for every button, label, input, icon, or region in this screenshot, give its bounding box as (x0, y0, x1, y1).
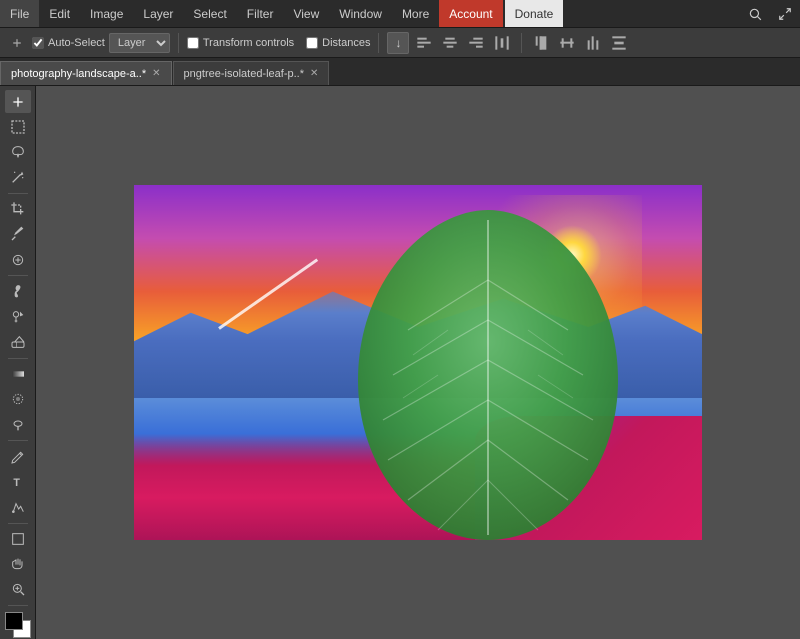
foreground-color-swatch[interactable] (5, 612, 23, 630)
tool-rect-select[interactable] (5, 115, 31, 138)
tool-separator-2 (8, 275, 28, 276)
transform-controls-label: Transform controls (203, 37, 294, 49)
tool-hand[interactable] (5, 553, 31, 576)
distribute-v-icon[interactable] (608, 32, 630, 54)
menu-edit[interactable]: Edit (39, 0, 80, 27)
menu-more[interactable]: More (392, 0, 439, 27)
tool-clone[interactable] (5, 305, 31, 328)
distances-label: Distances (322, 37, 370, 49)
distances-group: Distances (306, 37, 370, 49)
left-toolbar: T (0, 86, 36, 639)
toolbar-separator-1 (178, 33, 179, 53)
tool-separator-5 (8, 523, 28, 524)
menu-layer[interactable]: Layer (133, 0, 183, 27)
menu-window[interactable]: Window (329, 0, 392, 27)
auto-select-checkbox[interactable] (32, 37, 44, 49)
tool-magic-wand[interactable] (5, 166, 31, 189)
tool-separator-3 (8, 358, 28, 359)
menu-donate[interactable]: Donate (505, 0, 564, 27)
toolbar-separator-2 (378, 33, 379, 53)
canvas-image[interactable] (134, 185, 702, 540)
search-button[interactable] (740, 0, 770, 27)
tool-pen[interactable] (5, 445, 31, 468)
auto-select-label: Auto-Select (48, 37, 105, 49)
distribute-h-icon[interactable] (491, 32, 513, 54)
move-tool-icon (6, 32, 28, 54)
distances-checkbox[interactable] (306, 37, 318, 49)
tool-crop[interactable] (5, 198, 31, 221)
canvas-container (134, 185, 702, 540)
canvas-area (36, 86, 800, 639)
align-middle-icon[interactable] (556, 32, 578, 54)
tool-gradient[interactable] (5, 363, 31, 386)
tool-path-select[interactable] (5, 495, 31, 518)
align-bottom-icon[interactable] (582, 32, 604, 54)
tool-blur[interactable] (5, 388, 31, 411)
tabs-bar: photography-landscape-a..* ✕ pngtree-iso… (0, 58, 800, 86)
layer-select[interactable]: Layer Group (109, 33, 170, 53)
menu-account[interactable]: Account (439, 0, 502, 27)
menu-bar: File Edit Image Layer Select Filter View… (0, 0, 800, 28)
tab-landscape-label: photography-landscape-a..* (11, 68, 146, 80)
tool-text[interactable]: T (5, 470, 31, 493)
tool-heal[interactable] (5, 248, 31, 271)
fullscreen-button[interactable] (770, 0, 800, 27)
transform-controls-group: Transform controls (187, 37, 294, 49)
tab-leaf-close[interactable]: ✕ (310, 69, 318, 79)
align-left-icon[interactable] (413, 32, 435, 54)
tab-leaf-label: pngtree-isolated-leaf-p..* (184, 68, 304, 80)
menu-view[interactable]: View (283, 0, 329, 27)
align-top-icon[interactable] (530, 32, 552, 54)
tool-zoom[interactable] (5, 578, 31, 601)
tool-shape[interactable] (5, 527, 31, 550)
tab-landscape[interactable]: photography-landscape-a..* ✕ (0, 61, 172, 85)
tool-separator-4 (8, 440, 28, 441)
canvas-leaf (348, 200, 628, 540)
menu-filter[interactable]: Filter (237, 0, 284, 27)
toolbar-separator-3 (521, 33, 522, 53)
menu-select[interactable]: Select (183, 0, 236, 27)
tab-landscape-close[interactable]: ✕ (152, 69, 160, 79)
tool-separator-1 (8, 193, 28, 194)
tool-lasso[interactable] (5, 140, 31, 163)
transform-controls-checkbox[interactable] (187, 37, 199, 49)
menu-file[interactable]: File (0, 0, 39, 27)
menu-image[interactable]: Image (80, 0, 133, 27)
svg-text:T: T (13, 477, 20, 489)
tool-move[interactable] (5, 90, 31, 113)
tool-eyedropper[interactable] (5, 223, 31, 246)
color-swatches[interactable] (5, 612, 31, 635)
main-area: T (0, 86, 800, 639)
tab-leaf[interactable]: pngtree-isolated-leaf-p..* ✕ (173, 61, 330, 85)
tool-separator-6 (8, 605, 28, 606)
toolbar: Auto-Select Layer Group Transform contro… (0, 28, 800, 58)
tool-dodge[interactable] (5, 413, 31, 436)
align-right-icon[interactable] (465, 32, 487, 54)
tool-eraser[interactable] (5, 330, 31, 353)
auto-select-group: Auto-Select Layer Group (32, 33, 170, 53)
tool-brush[interactable] (5, 280, 31, 303)
align-center-icon[interactable] (439, 32, 461, 54)
download-icon-btn[interactable]: ↓ (387, 32, 409, 54)
